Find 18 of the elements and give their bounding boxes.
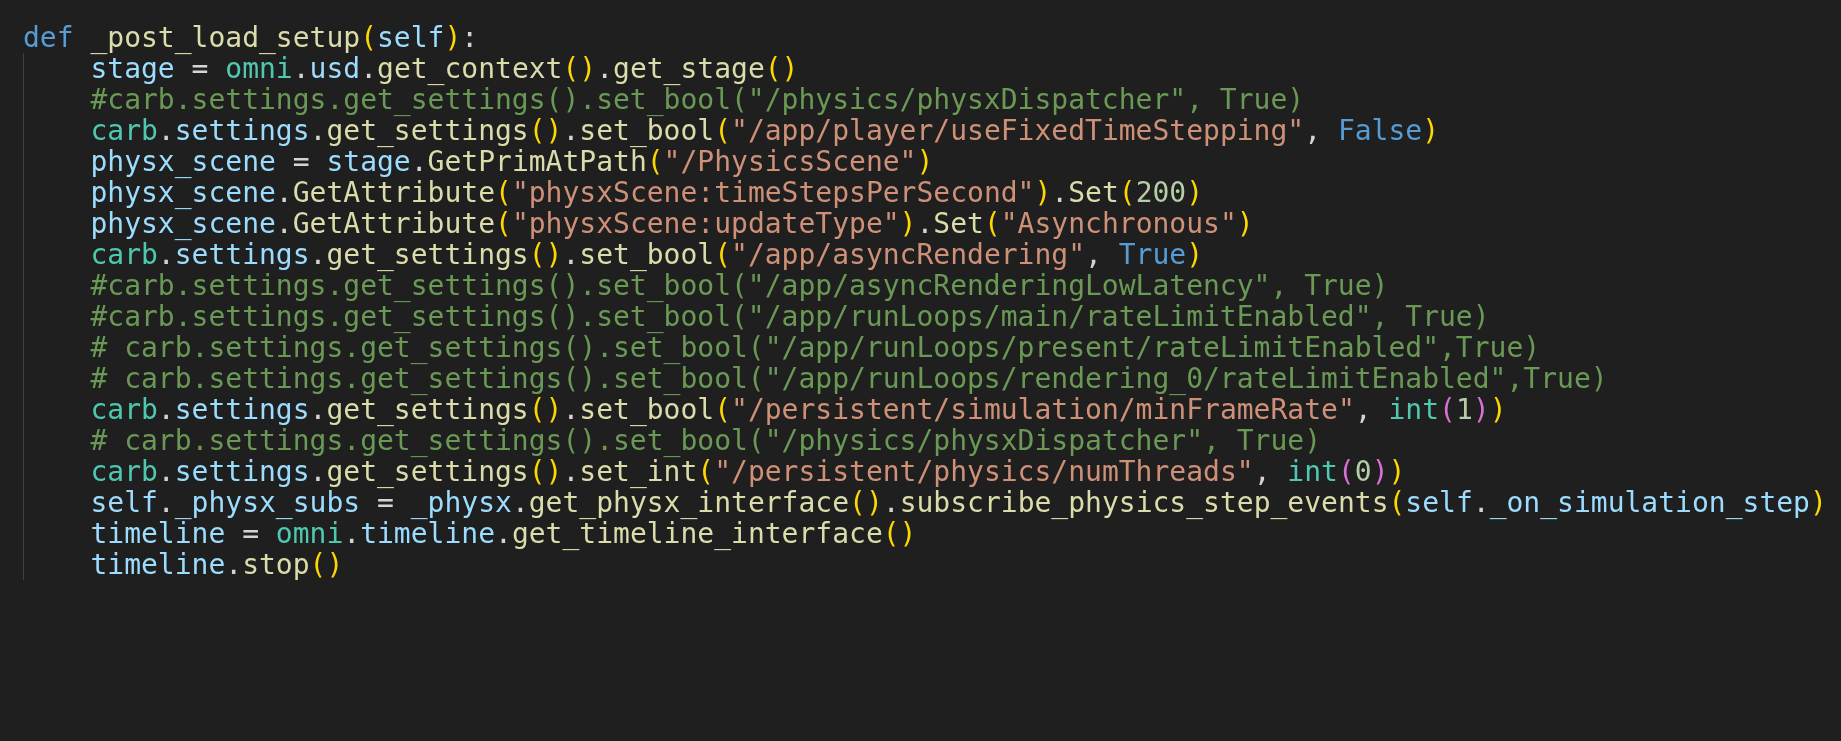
code-line: def _post_load_setup(self):	[23, 22, 479, 53]
code-line: physx_scene.GetAttribute("physxScene:updateType").Set("Asynchronous")	[90, 208, 1254, 239]
code-line: physx_scene = stage.GetPrimAtPath("/PhysicsScene")	[90, 146, 934, 177]
code-line: # carb.settings.get_settings().set_bool("/app/runLoops/present/rateLimitEnabled",True)	[90, 332, 1541, 363]
code-line: self._physx_subs = _physx.get_physx_interface().subscribe_physics_step_events(self._on_simulation_step)	[90, 487, 1827, 518]
code-line: carb.settings.get_settings().set_int("/persistent/physics/numThreads", int(0))	[90, 456, 1406, 487]
code-line: carb.settings.get_settings().set_bool("/persistent/simulation/minFrameRate", int(1))	[90, 394, 1507, 425]
code-line: carb.settings.get_settings().set_bool("/app/asyncRendering", True)	[90, 239, 1204, 270]
code-line: stage = omni.usd.get_context().get_stage()	[90, 53, 799, 84]
code-line: carb.settings.get_settings().set_bool("/app/player/useFixedTimeStepping", False)	[90, 115, 1440, 146]
code-line: #carb.settings.get_settings().set_bool("/app/asyncRenderingLowLatency", True)	[90, 270, 1389, 301]
code-line: timeline.stop()	[90, 549, 344, 580]
code-line: # carb.settings.get_settings().set_bool("/app/runLoops/rendering_0/rateLimitEnabled",True)	[90, 363, 1608, 394]
code-line: # carb.settings.get_settings().set_bool("/physics/physxDispatcher", True)	[90, 425, 1321, 456]
code-line: #carb.settings.get_settings().set_bool("/app/runLoops/main/rateLimitEnabled", True)	[90, 301, 1490, 332]
code-line: #carb.settings.get_settings().set_bool("/physics/physxDispatcher", True)	[90, 84, 1305, 115]
code-line: physx_scene.GetAttribute("physxScene:timeStepsPerSecond").Set(200)	[90, 177, 1204, 208]
code-line: timeline = omni.timeline.get_timeline_interface()	[90, 518, 917, 549]
